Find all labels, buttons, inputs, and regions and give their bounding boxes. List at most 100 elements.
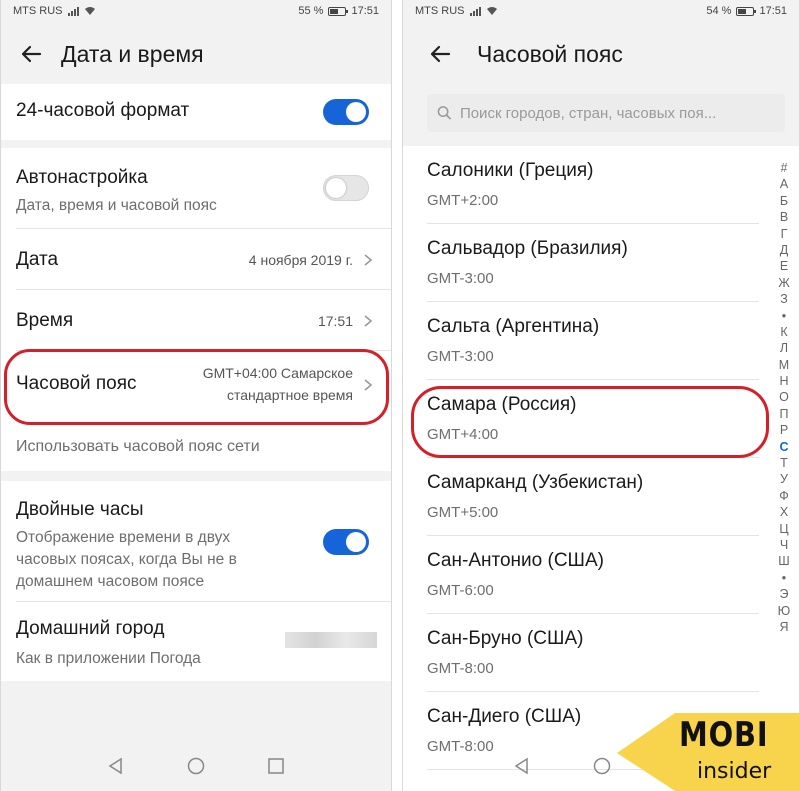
alphabet-index-letter[interactable]: • [782, 308, 786, 324]
chevron-right-icon [364, 254, 373, 266]
alphabet-index[interactable]: # А Б В Г Д Е Ж З • К Л М Н О П Р С Т У Ф Х Ц Ч Ш • Э Ю Я [769, 160, 799, 635]
home-city-label: Домашний город [16, 618, 165, 639]
timezone-list-item[interactable]: Сан-Бруно (США) GMT-8:00 [403, 614, 759, 692]
alphabet-index-letter[interactable]: Г [781, 226, 788, 242]
alphabet-index-letter[interactable]: В [780, 209, 788, 225]
dual-clock-desc-line2: часовых поясах, когда Вы не в [16, 551, 237, 568]
search-icon [437, 106, 452, 120]
signal-icon [67, 6, 79, 16]
dual-clock-description: Отображение времени в двух часовых пояса… [16, 527, 237, 593]
logo-text-mobi: MOBI [679, 715, 769, 755]
search-input[interactable] [459, 104, 785, 122]
logo-text-insider: insider [697, 759, 772, 784]
timezone-city: Сальта (Аргентина) [427, 316, 600, 337]
timezone-list-item[interactable]: Сальвадор (Бразилия) GMT-3:00 [403, 224, 759, 302]
date-row[interactable]: Дата 4 ноября 2019 г. [1, 229, 391, 289]
alphabet-index-letter[interactable]: С [779, 439, 788, 455]
alphabet-index-letter[interactable]: У [780, 471, 788, 487]
timezone-city: Сан-Бруно (США) [427, 628, 584, 649]
auto-setting-row[interactable]: Автонастройка Дата, время и часовой пояс [1, 148, 391, 228]
alphabet-index-letter[interactable]: О [779, 389, 789, 405]
status-bar: MTS RUS 55 % 17:51 [1, 0, 391, 22]
home-city-row[interactable]: Домашний город Как в приложении Погода [1, 602, 391, 681]
alphabet-index-letter[interactable]: П [780, 406, 789, 422]
back-arrow-icon [430, 45, 451, 63]
battery-icon [736, 6, 757, 16]
dual-clock-label: Двойные часы [16, 499, 144, 520]
dual-clock-desc-line1: Отображение времени в двух [16, 529, 231, 546]
alphabet-index-letter[interactable]: Ф [779, 488, 789, 504]
alphabet-index-letter[interactable]: А [780, 176, 788, 192]
alphabet-index-letter[interactable]: Ш [778, 553, 789, 569]
network-timezone-row[interactable]: Использовать часовой пояс сети [1, 428, 391, 468]
timezone-city: Самарканд (Узбекистан) [427, 472, 644, 493]
timezone-list-item[interactable]: Самарканд (Узбекистан) GMT+5:00 [403, 458, 759, 536]
auto-setting-label: Автонастройка [16, 167, 148, 188]
timezone-list-item[interactable]: Салоники (Греция) GMT+2:00 [403, 146, 759, 224]
timezone-offset: GMT-3:00 [427, 348, 494, 365]
timezone-list-item[interactable]: Сальта (Аргентина) GMT-3:00 [403, 302, 759, 380]
alphabet-index-letter[interactable]: К [780, 324, 787, 340]
dual-clock-row[interactable]: Двойные часы Отображение времени в двух … [1, 481, 391, 601]
timezone-offset: GMT+2:00 [427, 192, 499, 209]
format24-row[interactable]: 24-часовой формат [1, 84, 391, 140]
search-bar[interactable] [427, 94, 785, 132]
clock: 17:51 [351, 5, 379, 17]
back-button[interactable] [1, 28, 61, 80]
back-button[interactable] [403, 28, 477, 80]
signal-icon [469, 6, 481, 16]
nav-home-icon[interactable] [593, 757, 611, 775]
samara-highlight-oval [411, 386, 769, 458]
nav-home-icon[interactable] [187, 757, 205, 775]
alphabet-index-letter[interactable]: З [780, 291, 788, 307]
carrier-label: MTS RUS [13, 5, 63, 17]
date-value: 4 ноября 2019 г. [248, 252, 353, 268]
auto-setting-toggle[interactable] [323, 175, 369, 201]
alphabet-index-letter[interactable]: Р [780, 422, 788, 438]
alphabet-index-letter[interactable]: • [782, 570, 786, 586]
nav-recents-icon[interactable] [267, 757, 285, 775]
dual-clock-toggle[interactable] [323, 529, 369, 555]
timezone-offset: GMT+5:00 [427, 504, 499, 521]
wifi-icon [84, 7, 95, 15]
timezone-city: Сан-Диего (США) [427, 706, 582, 727]
alphabet-index-letter[interactable]: Б [780, 193, 788, 209]
alphabet-index-letter[interactable]: Т [780, 455, 788, 471]
nav-back-icon[interactable] [513, 757, 531, 775]
format24-toggle[interactable] [323, 99, 369, 125]
alphabet-index-letter[interactable]: Ц [779, 521, 788, 537]
alphabet-index-letter[interactable]: Ю [778, 603, 791, 619]
network-timezone-label: Использовать часовой пояс сети [16, 438, 260, 455]
alphabet-index-letter[interactable]: # [781, 160, 788, 176]
alphabet-index-letter[interactable]: Л [780, 340, 788, 356]
nav-back-icon[interactable] [107, 757, 125, 775]
alphabet-index-letter[interactable]: Н [779, 373, 788, 389]
alphabet-index-letter[interactable]: Д [780, 242, 788, 258]
timezone-city: Салоники (Греция) [427, 160, 594, 181]
battery-percent: 55 % [298, 5, 324, 17]
wifi-icon [486, 7, 497, 15]
clock: 17:51 [759, 5, 787, 17]
home-city-sub: Как в приложении Погода [16, 650, 201, 667]
alphabet-index-letter[interactable]: Х [780, 504, 788, 520]
time-value: 17:51 [317, 313, 353, 329]
alphabet-index-letter[interactable]: Э [780, 586, 789, 602]
back-arrow-icon [21, 45, 42, 63]
timezone-highlight-oval [4, 349, 389, 425]
mobi-insider-logo: MOBI insider [617, 713, 800, 791]
alphabet-index-letter[interactable]: Ч [780, 537, 788, 553]
alphabet-index-letter[interactable]: М [779, 357, 789, 373]
alphabet-index-letter[interactable]: Е [780, 258, 788, 274]
page-title: Часовой пояс [477, 40, 623, 67]
alphabet-index-letter[interactable]: Ж [778, 275, 790, 291]
alphabet-index-letter[interactable]: Я [779, 619, 788, 635]
time-row[interactable]: Время 17:51 [1, 290, 391, 350]
battery-icon [328, 6, 349, 16]
dual-clock-desc-line3: домашнем часовом поясе [16, 573, 205, 590]
dual-clock-card: Двойные часы Отображение времени в двух … [1, 481, 391, 681]
timezone-offset: GMT-3:00 [427, 270, 494, 287]
timezone-city: Сан-Антонио (США) [427, 550, 604, 571]
timezone-list-item[interactable]: Сан-Антонио (США) GMT-6:00 [403, 536, 759, 614]
timezone-city: Сальвадор (Бразилия) [427, 238, 628, 259]
timezone-list: Салоники (Греция) GMT+2:00 Сальвадор (Браз… [403, 146, 799, 791]
